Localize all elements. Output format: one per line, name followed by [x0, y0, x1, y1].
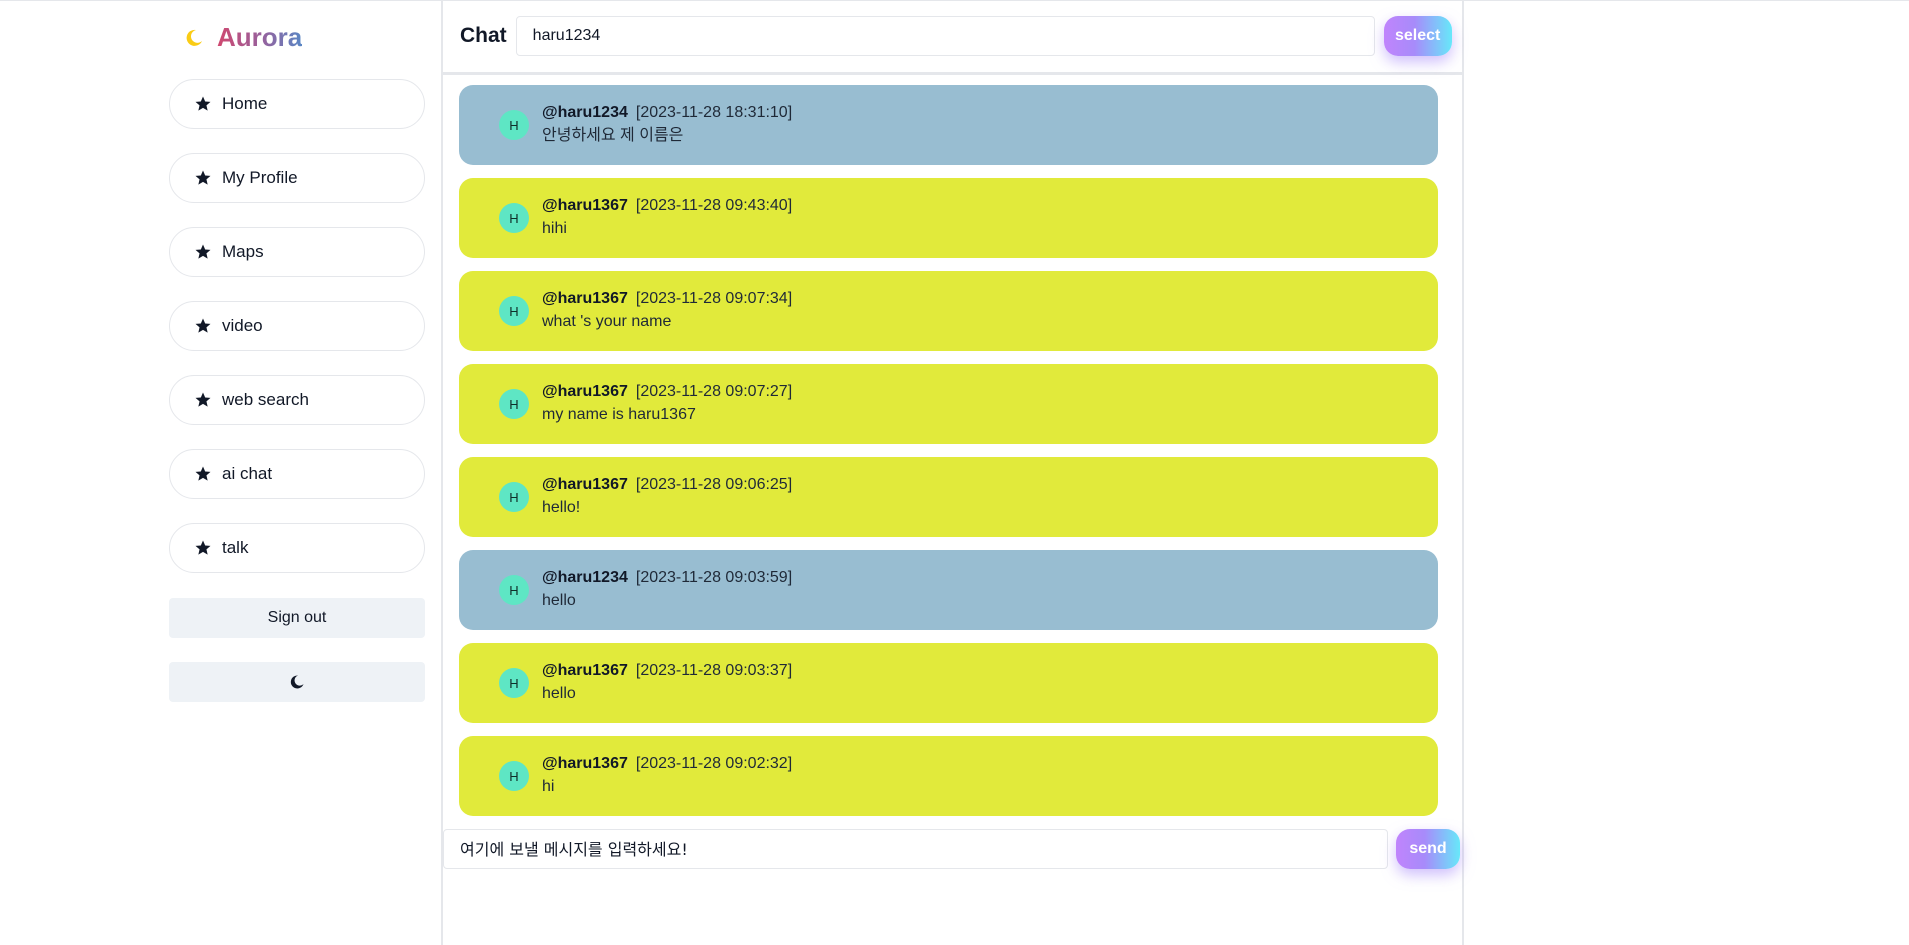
- sidebar-nav: Home My Profile Maps video web search ai…: [169, 79, 425, 573]
- sidebar-item-label: Home: [222, 94, 268, 113]
- message-username: @haru1367: [542, 383, 628, 400]
- sidebar-item-home[interactable]: Home: [169, 79, 425, 129]
- message-username: @haru1367: [542, 476, 628, 493]
- message-input[interactable]: [443, 829, 1388, 869]
- sidebar-item-label: video: [222, 316, 263, 335]
- message-username: @haru1234: [542, 569, 628, 586]
- sidebar-item-label: web search: [222, 390, 309, 409]
- theme-toggle-button[interactable]: [169, 662, 425, 702]
- avatar: H: [499, 482, 529, 512]
- message-item: H @haru1367 [2023-11-28 09:02:32] hi: [459, 736, 1438, 816]
- avatar: H: [499, 668, 529, 698]
- sidebar-item-label: talk: [222, 538, 249, 557]
- message-timestamp: [2023-11-28 09:02:32]: [635, 755, 793, 772]
- message-username: @haru1367: [542, 662, 628, 679]
- message-item: H @haru1367 [2023-11-28 09:03:37] hello: [459, 643, 1438, 723]
- avatar: H: [499, 110, 529, 140]
- avatar: H: [499, 296, 529, 326]
- message-username: @haru1367: [542, 197, 628, 214]
- brand[interactable]: Aurora: [169, 0, 425, 74]
- message-timestamp: [2023-11-28 09:07:34]: [635, 290, 793, 307]
- message-text: hello!: [542, 499, 581, 516]
- message-timestamp: [2023-11-28 09:03:59]: [635, 569, 793, 586]
- select-button[interactable]: select: [1383, 16, 1452, 56]
- message-item: H @haru1367 [2023-11-28 09:07:34] what 's…: [459, 271, 1438, 351]
- room-input[interactable]: [515, 16, 1375, 56]
- star-icon: [195, 170, 211, 185]
- message-username: @haru1367: [542, 290, 628, 307]
- moon-icon: [290, 675, 304, 689]
- star-icon: [195, 318, 211, 333]
- message-username: @haru1367: [542, 755, 628, 772]
- message-timestamp: [2023-11-28 09:03:37]: [635, 662, 793, 679]
- message-text: my name is haru1367: [542, 406, 696, 423]
- message-text: hi: [542, 778, 555, 795]
- message-item: H @haru1234 [2023-11-28 09:03:59] hello: [459, 550, 1438, 630]
- star-icon: [195, 466, 211, 481]
- avatar: H: [499, 389, 529, 419]
- message-list: H @haru1234 [2023-11-28 18:31:10] 안녕하세요 제…: [443, 75, 1462, 816]
- avatar: H: [499, 761, 529, 791]
- star-icon: [195, 96, 211, 111]
- star-icon: [195, 392, 211, 407]
- sidebar: Aurora Home My Profile Maps video web se…: [169, 0, 425, 702]
- sidebar-item-maps[interactable]: Maps: [169, 227, 425, 277]
- message-timestamp: [2023-11-28 18:31:10]: [635, 104, 793, 121]
- sidebar-item-talk[interactable]: talk: [169, 523, 425, 573]
- message-item: H @haru1367 [2023-11-28 09:07:27] my name…: [459, 364, 1438, 444]
- avatar: H: [499, 575, 529, 605]
- message-timestamp: [2023-11-28 09:06:25]: [635, 476, 793, 493]
- message-text: hello: [542, 685, 576, 702]
- star-icon: [195, 540, 211, 555]
- brand-title: Aurora: [217, 21, 303, 52]
- sidebar-item-video[interactable]: video: [169, 301, 425, 351]
- message-text: what 's your name: [542, 313, 672, 330]
- message-item: H @haru1234 [2023-11-28 18:31:10] 안녕하세요 제…: [459, 85, 1438, 165]
- chat-panel: Chat select H @haru1234 [2023-11-28 18:31…: [441, 0, 1464, 945]
- message-text: 안녕하세요 제 이름은: [542, 127, 684, 144]
- message-text: hello: [542, 592, 576, 609]
- send-button[interactable]: send: [1396, 829, 1460, 869]
- chat-header: Chat select: [443, 0, 1462, 75]
- moon-icon: [183, 26, 205, 48]
- sidebar-item-ai-chat[interactable]: ai chat: [169, 449, 425, 499]
- message-composer: send: [443, 829, 1466, 869]
- message-timestamp: [2023-11-28 09:07:27]: [635, 383, 793, 400]
- sign-out-button[interactable]: Sign out: [169, 598, 425, 638]
- message-text: hihi: [542, 220, 567, 237]
- message-username: @haru1234: [542, 104, 628, 121]
- message-timestamp: [2023-11-28 09:43:40]: [635, 197, 793, 214]
- star-icon: [195, 244, 211, 259]
- sidebar-item-label: ai chat: [222, 464, 273, 483]
- sidebar-item-my-profile[interactable]: My Profile: [169, 153, 425, 203]
- chat-title: Chat: [460, 24, 507, 47]
- message-item: H @haru1367 [2023-11-28 09:43:40] hihi: [459, 178, 1438, 258]
- sidebar-item-label: My Profile: [222, 168, 298, 187]
- sidebar-item-web-search[interactable]: web search: [169, 375, 425, 425]
- message-item: H @haru1367 [2023-11-28 09:06:25] hello!: [459, 457, 1438, 537]
- avatar: H: [499, 203, 529, 233]
- sidebar-item-label: Maps: [222, 242, 264, 261]
